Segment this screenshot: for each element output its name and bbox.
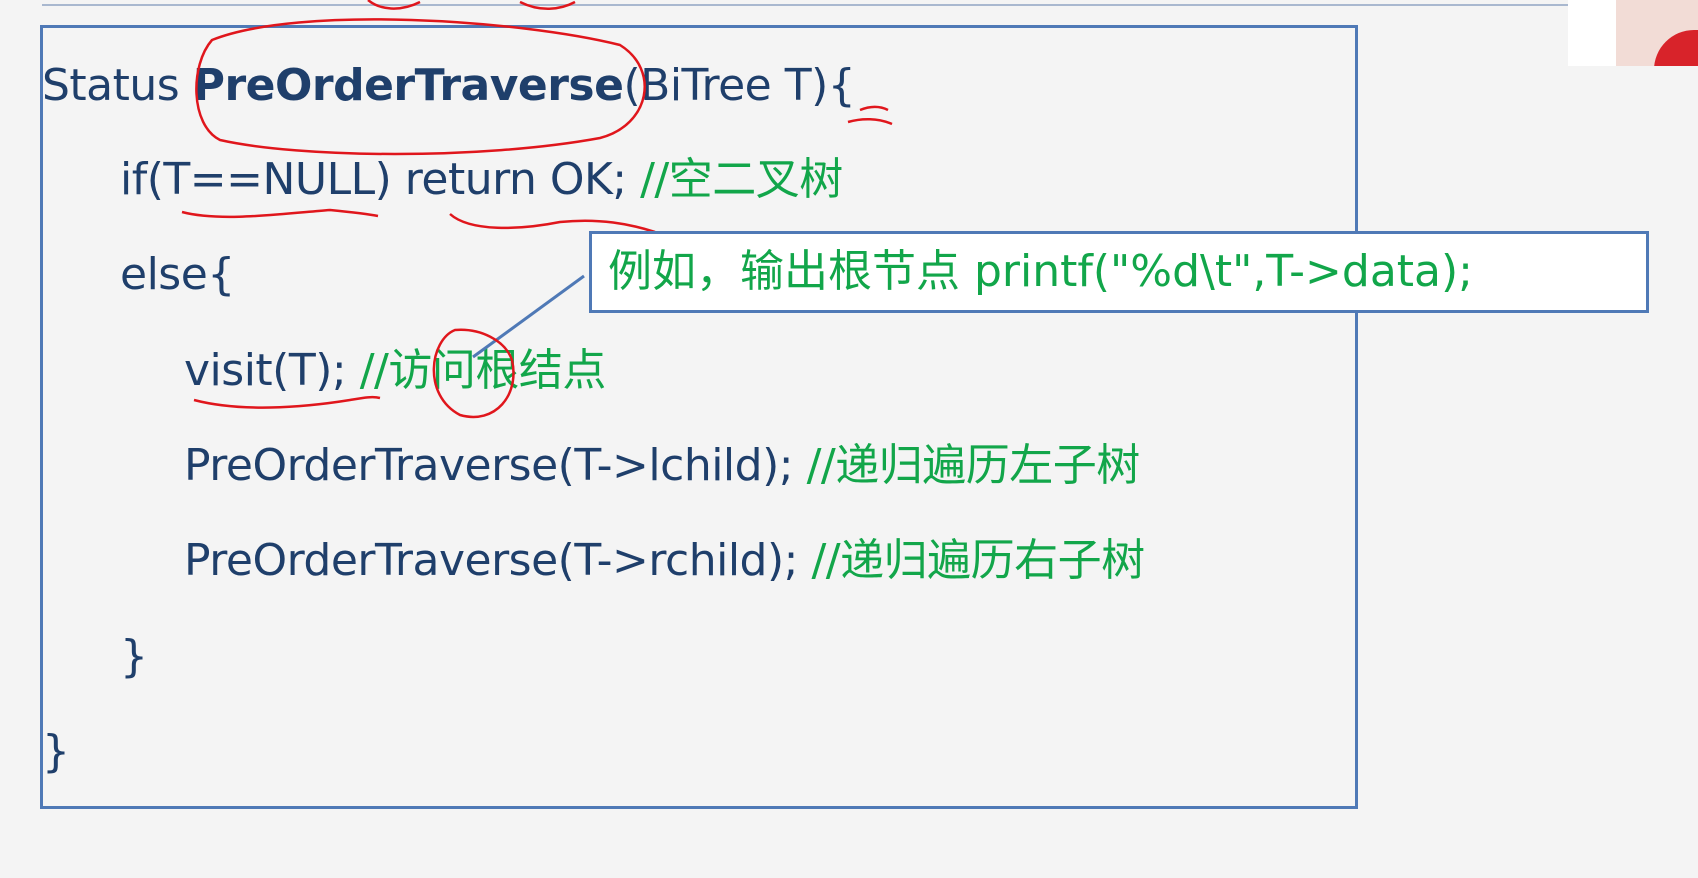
- null-check-underline: [181, 208, 379, 219]
- callout-text: 例如，输出根节点 printf("%d\t",T->data);: [608, 246, 1473, 297]
- visit-comment-circle: [432, 328, 515, 419]
- callout-pointer: [472, 274, 585, 359]
- visit-underline: [193, 395, 381, 409]
- function-name-circle: [195, 18, 646, 156]
- return-ok-underline: [449, 213, 656, 234]
- param-t-underline: [847, 105, 893, 126]
- ink-annotations: [181, 0, 893, 419]
- callout-box: 例如，输出根节点 printf("%d\t",T->data);: [589, 231, 1649, 313]
- top-scribble: [367, 0, 576, 10]
